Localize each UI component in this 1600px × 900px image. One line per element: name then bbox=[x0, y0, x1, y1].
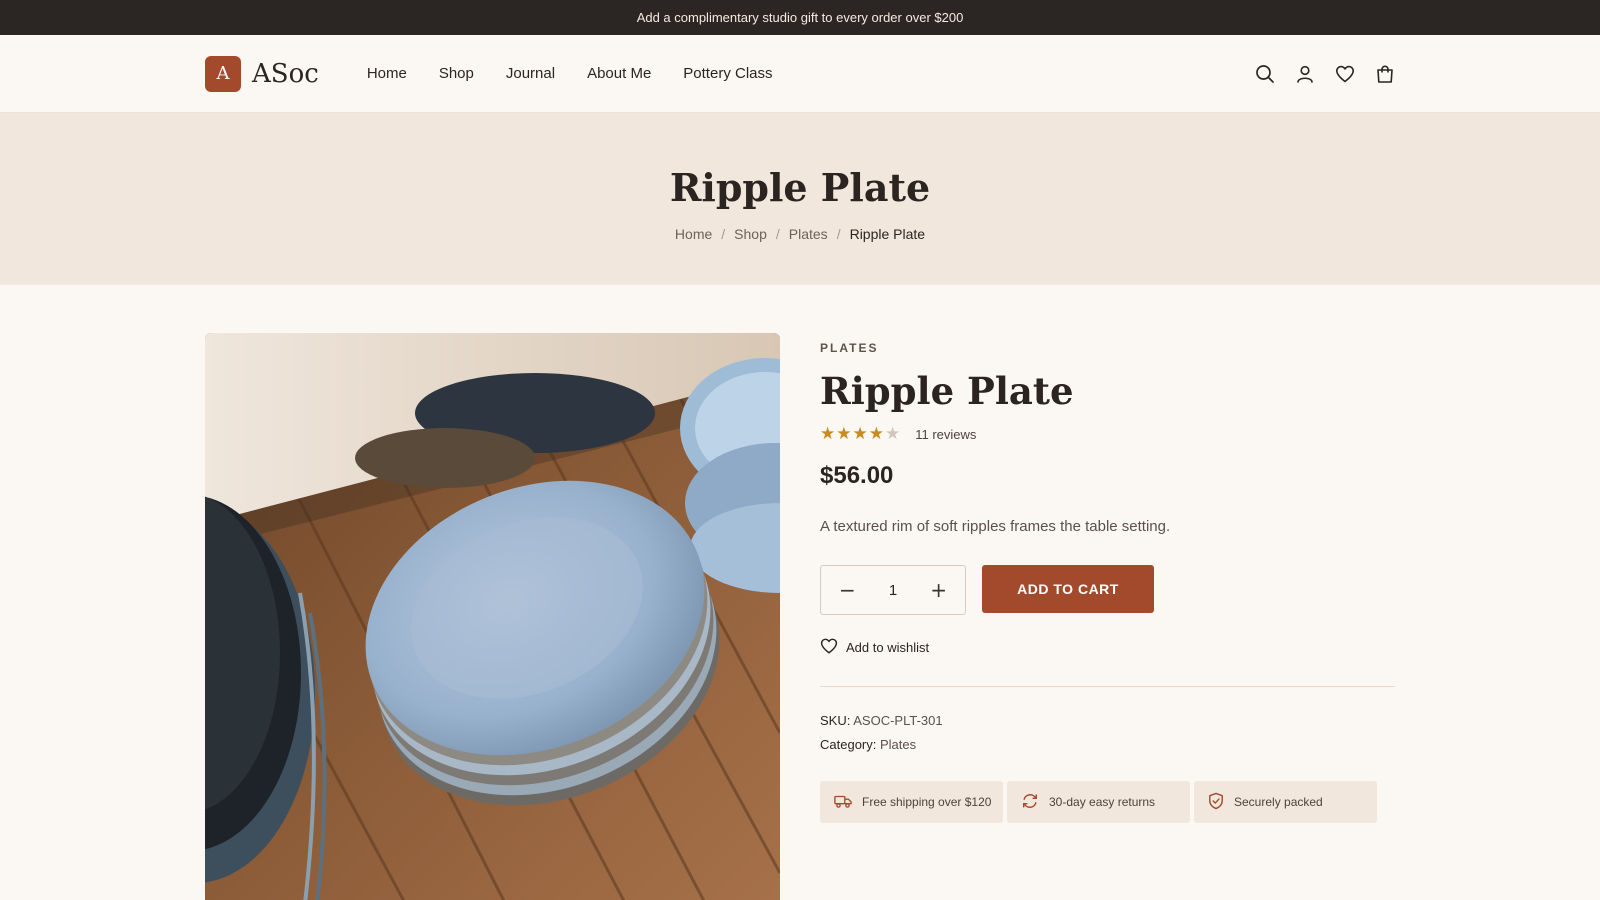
badge-label: Securely packed bbox=[1234, 795, 1323, 809]
product-title: Ripple Plate bbox=[820, 369, 1074, 413]
page-hero: Ripple Plate Home / Shop / Plates / Ripp… bbox=[0, 113, 1600, 285]
logo-mark: A bbox=[205, 55, 241, 92]
breadcrumb-separator: / bbox=[775, 225, 780, 242]
star-filled-icon: ★ bbox=[820, 424, 836, 443]
product-description: A textured rim of soft ripples frames th… bbox=[820, 518, 1171, 535]
logo-name: ASoc bbox=[252, 58, 319, 89]
nav-item-home[interactable]: Home bbox=[367, 65, 407, 82]
sku-label: SKU: bbox=[820, 713, 851, 728]
category-row: Category: Plates bbox=[820, 733, 1395, 757]
quantity-increase-button[interactable]: + bbox=[930, 578, 947, 602]
quantity-decrease-button[interactable]: − bbox=[839, 578, 856, 602]
sku-value: ASOC-PLT-301 bbox=[853, 713, 943, 728]
nav-item-pottery-class[interactable]: Pottery Class bbox=[683, 65, 772, 82]
badge-label: Free shipping over $120 bbox=[862, 795, 992, 809]
account-icon[interactable] bbox=[1295, 64, 1315, 84]
nav-menu: Home Shop Journal About Me Pottery Class bbox=[367, 65, 773, 82]
breadcrumb-separator: / bbox=[721, 225, 726, 242]
truck-icon bbox=[834, 793, 852, 812]
cart-icon[interactable] bbox=[1375, 64, 1395, 84]
category-label: Category: bbox=[820, 737, 877, 752]
search-icon[interactable] bbox=[1255, 64, 1275, 84]
category-link[interactable]: Plates bbox=[880, 737, 916, 752]
badge-secure: Securely packed bbox=[1194, 781, 1377, 823]
product-image[interactable] bbox=[205, 333, 780, 900]
shield-icon bbox=[1208, 792, 1224, 813]
page-title: Ripple Plate bbox=[669, 164, 931, 210]
review-count[interactable]: 11 reviews bbox=[915, 427, 976, 442]
breadcrumb-home[interactable]: Home bbox=[675, 226, 712, 242]
star-empty-icon: ★ bbox=[885, 424, 901, 443]
star-filled-icon: ★ bbox=[868, 424, 884, 443]
star-filled-icon: ★ bbox=[852, 424, 868, 443]
product-photo-illustration bbox=[205, 333, 780, 900]
star-filled-icon: ★ bbox=[836, 424, 852, 443]
wishlist-label: Add to wishlist bbox=[846, 640, 930, 655]
returns-icon bbox=[1021, 792, 1039, 813]
sku-row: SKU: ASOC-PLT-301 bbox=[820, 709, 1395, 733]
product-rating: ★★★★★ 11 reviews bbox=[820, 425, 1395, 444]
badge-returns: 30-day easy returns bbox=[1007, 781, 1190, 823]
add-to-wishlist-link[interactable]: Add to wishlist bbox=[820, 637, 1395, 658]
product-info: PLATES Ripple Plate ★★★★★ 11 reviews $56… bbox=[820, 333, 1395, 900]
breadcrumb-current: Ripple Plate bbox=[849, 225, 926, 242]
heart-icon bbox=[820, 637, 838, 658]
badge-free-shipping: Free shipping over $120 bbox=[820, 781, 1003, 823]
breadcrumb-plates[interactable]: Plates bbox=[789, 226, 828, 242]
product-price: $56.00 bbox=[820, 462, 894, 489]
product-meta: SKU: ASOC-PLT-301 Category: Plates bbox=[820, 709, 1395, 757]
breadcrumb-shop[interactable]: Shop bbox=[734, 226, 767, 242]
rating-stars: ★★★★★ bbox=[820, 425, 901, 444]
divider bbox=[820, 686, 1395, 687]
nav-item-shop[interactable]: Shop bbox=[439, 65, 474, 82]
quantity-value[interactable]: 1 bbox=[889, 582, 897, 599]
add-to-cart-button[interactable]: ADD TO CART bbox=[982, 565, 1154, 613]
nav-item-about-me[interactable]: About Me bbox=[587, 65, 651, 82]
badge-label: 30-day easy returns bbox=[1049, 795, 1156, 809]
product-category-eyebrow: PLATES bbox=[820, 341, 879, 355]
breadcrumb-separator: / bbox=[836, 225, 841, 242]
nav-item-journal[interactable]: Journal bbox=[506, 65, 555, 82]
purchase-controls: − 1 + ADD TO CART bbox=[820, 565, 1395, 615]
product-main: PLATES Ripple Plate ★★★★★ 11 reviews $56… bbox=[0, 285, 1600, 900]
logo[interactable]: A ASoc bbox=[205, 55, 319, 92]
main-nav: A ASoc Home Shop Journal About Me Potter… bbox=[0, 35, 1600, 113]
service-badges: Free shipping over $120 30-day easy retu… bbox=[820, 781, 1395, 823]
breadcrumb: Home / Shop / Plates / Ripple Plate bbox=[675, 226, 925, 242]
promo-text: Add a complimentary studio gift to every… bbox=[636, 10, 964, 25]
quantity-stepper: − 1 + bbox=[820, 565, 966, 615]
nav-icons bbox=[1255, 64, 1395, 84]
promo-bar: Add a complimentary studio gift to every… bbox=[0, 0, 1600, 35]
wishlist-icon[interactable] bbox=[1335, 64, 1355, 84]
